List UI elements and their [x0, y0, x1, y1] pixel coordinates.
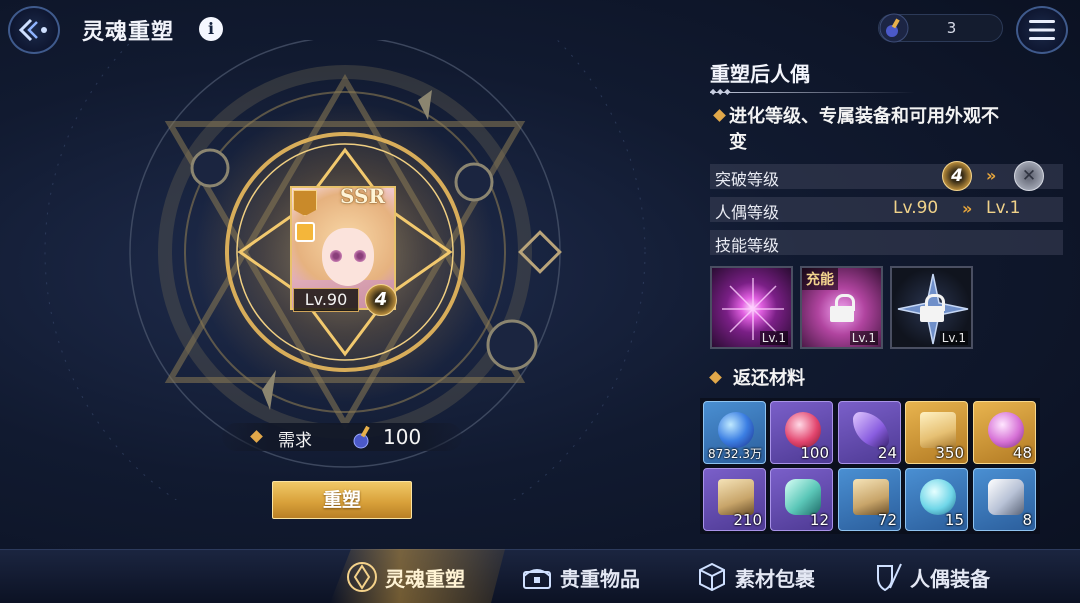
skill-slot-3[interactable]: Lv.1 — [890, 266, 973, 349]
scroll-icon — [718, 479, 754, 515]
material-item[interactable]: 72 — [838, 468, 901, 531]
material-qty: 8 — [1022, 511, 1032, 529]
breakthrough-reset-icon: ✕ — [1014, 161, 1044, 191]
hamburger-icon — [1029, 20, 1055, 40]
panel-note: 进化等级、专属装备和可用外观不变 — [729, 106, 999, 153]
requirement-value: 100 — [383, 425, 422, 449]
element-badge-icon — [295, 222, 315, 242]
panel-title: 重塑后人偶 — [710, 62, 810, 86]
double-chevron-icon: » — [986, 166, 997, 185]
diamond-bullet-icon — [709, 371, 722, 384]
lock-icon — [830, 294, 855, 322]
material-qty: 210 — [733, 511, 762, 529]
cyan-orb-icon — [920, 479, 956, 515]
currency-counter: 3 — [878, 13, 1003, 43]
breakthrough-from-badge: 4 — [942, 161, 972, 191]
material-qty: 15 — [944, 511, 964, 529]
tab-label: 人偶装备 — [910, 566, 990, 591]
tab-valuables[interactable]: 贵重物品 — [520, 553, 640, 601]
material-item[interactable]: 24 — [838, 401, 901, 464]
tab-label: 贵重物品 — [560, 566, 640, 591]
level-from: Lv.90 — [893, 198, 939, 218]
portrait-eye — [330, 250, 342, 262]
material-qty: 24 — [877, 444, 897, 462]
material-qty: 100 — [800, 444, 829, 462]
stat-row-level: 人偶等级 Lv.90 » Lv.1 — [710, 197, 1063, 222]
rarity-label: SSR — [340, 184, 386, 208]
potion-icon — [353, 425, 370, 449]
skill-level: Lv.1 — [939, 331, 968, 345]
skill-level: Lv.1 — [849, 331, 878, 345]
tab-material-bag[interactable]: 素材包裹 — [695, 553, 815, 601]
material-qty: 12 — [809, 511, 829, 529]
stat-row-breakthrough: 突破等级 4 » ✕ — [710, 161, 1063, 191]
level-to: Lv.1 — [986, 198, 1021, 218]
breakthrough-badge: 4 — [365, 284, 397, 316]
material-item[interactable]: 210 — [703, 468, 766, 531]
material-item[interactable]: 350 — [905, 401, 968, 464]
shield-sword-icon — [877, 563, 902, 592]
red-crystal-icon — [785, 412, 821, 448]
material-item[interactable]: 8732.3万 — [703, 401, 766, 464]
stat-label: 突破等级 — [715, 170, 780, 189]
skill-slot-1[interactable]: Lv.1 — [710, 266, 793, 349]
material-qty: 8732.3万 — [708, 447, 762, 461]
portrait-eye — [354, 250, 366, 262]
cube-stack-icon — [699, 562, 725, 592]
feather-icon — [853, 412, 889, 448]
materials-title: 返还材料 — [733, 368, 805, 389]
material-item[interactable]: 12 — [770, 468, 833, 531]
tab-label: 灵魂重塑 — [385, 566, 465, 591]
material-item[interactable]: 8 — [973, 468, 1036, 531]
material-qty: 350 — [935, 444, 964, 462]
material-item[interactable]: 48 — [973, 401, 1036, 464]
diamond-bullet-icon — [713, 109, 726, 122]
material-qty: 72 — [877, 511, 897, 529]
skill-tag: 充能 — [802, 268, 838, 290]
reshape-button[interactable]: 重塑 — [272, 481, 412, 519]
silver-ore-icon — [988, 479, 1024, 515]
double-chevron-icon: » — [962, 199, 973, 218]
scroll-icon — [853, 479, 889, 515]
tab-doll-equipment[interactable]: 人偶装备 — [870, 553, 990, 601]
gold-orb-icon — [718, 412, 754, 448]
skill-slot-2[interactable]: 充能 Lv.1 — [800, 266, 883, 349]
treasure-chest-icon — [523, 569, 551, 589]
character-level: Lv.90 — [293, 288, 359, 312]
stat-row-skill: 技能等级 — [710, 230, 1063, 255]
teal-crystal-icon — [785, 479, 821, 515]
material-item[interactable]: 15 — [905, 468, 968, 531]
skill-level: Lv.1 — [759, 331, 788, 345]
scroll-icon — [920, 412, 956, 448]
requirement-label: 需求 — [278, 431, 312, 451]
tab-soul-reshape[interactable]: 灵魂重塑 — [345, 553, 465, 601]
lock-icon — [920, 294, 945, 322]
material-item[interactable]: 100 — [770, 401, 833, 464]
menu-button[interactable] — [1016, 6, 1068, 54]
stat-label: 技能等级 — [715, 236, 780, 255]
material-qty: 48 — [1012, 444, 1032, 462]
divider — [710, 92, 915, 93]
currency-value: 3 — [946, 19, 957, 37]
tab-label: 素材包裹 — [735, 566, 815, 591]
info-icon[interactable]: i — [199, 17, 223, 41]
stat-label: 人偶等级 — [715, 203, 780, 222]
soul-emblem-icon — [347, 562, 377, 592]
pink-gem-icon — [988, 412, 1024, 448]
